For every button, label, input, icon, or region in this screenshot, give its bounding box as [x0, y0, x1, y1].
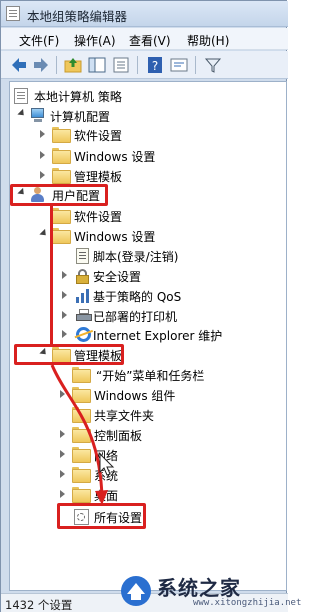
- computer-icon: [30, 108, 46, 123]
- tree-item-label: Windows 设置: [74, 150, 156, 164]
- toolbar-separator: [195, 56, 196, 74]
- annotation-arrow: [50, 364, 108, 505]
- tree-item-label: Windows 设置: [74, 230, 156, 244]
- status-text: 1432 个设置: [5, 598, 73, 612]
- tree-item-uc-scripts[interactable]: 脚本(登录/注销): [58, 246, 278, 266]
- mouse-cursor-icon: [99, 452, 115, 476]
- internet-explorer-icon: [76, 327, 91, 342]
- policy-editor-icon: [6, 6, 20, 21]
- properties-icon[interactable]: [169, 55, 189, 75]
- toolbar: ?: [1, 51, 288, 79]
- folder-icon: [52, 148, 71, 164]
- tree-item-uc-printers[interactable]: 已部署的打印机: [58, 306, 278, 326]
- watermark-brand: 系统之家: [157, 576, 241, 600]
- tree-item-uc-software[interactable]: 软件设置: [38, 206, 278, 226]
- collapse-arrow-icon[interactable]: [62, 291, 67, 299]
- lock-icon: [76, 269, 89, 284]
- show-hide-tree-icon[interactable]: [87, 55, 107, 75]
- watermark-logo-icon: [121, 576, 151, 606]
- collapse-arrow-icon[interactable]: [62, 271, 67, 279]
- toolbar-separator: [137, 56, 138, 74]
- tree-item-cc-admin[interactable]: 管理模板: [38, 166, 278, 186]
- watermark-url: www.xitongzhijia.net: [193, 598, 302, 608]
- tree-item-label: 软件设置: [74, 210, 123, 224]
- tree-item-label: 安全设置: [93, 270, 142, 284]
- tree-item-label: 基于策略的 QoS: [93, 290, 182, 304]
- policy-tree: 本地计算机 策略 计算机配置 软件设置 Windows 设置 管理模板 用户配置…: [9, 81, 287, 591]
- collapse-arrow-icon[interactable]: [40, 151, 45, 159]
- highlight-admin-templates: [14, 344, 124, 365]
- tree-item-label: 软件设置: [74, 129, 123, 143]
- bar-chart-icon: [76, 289, 90, 303]
- menu-help[interactable]: 帮助(H): [187, 32, 229, 49]
- back-arrow-icon[interactable]: [9, 55, 29, 75]
- menu-file[interactable]: 文件(F): [19, 32, 59, 49]
- tree-item-uc-security[interactable]: 安全设置: [58, 266, 278, 286]
- policy-document-icon: [14, 88, 28, 104]
- tree-item-label: 已部署的打印机: [93, 310, 178, 324]
- menu-bar: 文件(F) 操作(A) 查看(V) 帮助(H): [1, 28, 288, 50]
- title-bar: 本地组策略编辑器: [1, 1, 288, 27]
- tree-item-label: 管理模板: [74, 170, 123, 184]
- folder-icon: [52, 228, 71, 244]
- folder-icon: [52, 127, 71, 143]
- script-icon: [76, 248, 89, 264]
- annotation-arrow: [50, 206, 53, 344]
- tree-item-label: 脚本(登录/注销): [93, 250, 179, 264]
- tree-item-computer-config[interactable]: 计算机配置: [16, 106, 276, 126]
- collapse-arrow-icon[interactable]: [62, 311, 67, 319]
- tree-item-label: 计算机配置: [50, 110, 111, 124]
- menu-view[interactable]: 查看(V): [129, 32, 171, 49]
- collapse-arrow-icon[interactable]: [40, 130, 45, 138]
- tree-item-uc-qos[interactable]: 基于策略的 QoS: [58, 286, 278, 306]
- expand-arrow-icon[interactable]: [39, 228, 49, 239]
- toolbar-separator: [56, 56, 57, 74]
- expand-arrow-icon[interactable]: [17, 108, 27, 119]
- folder-icon: [52, 168, 71, 184]
- tree-item-label: “开始”菜单和任务栏: [96, 369, 205, 383]
- menu-action[interactable]: 操作(A): [74, 32, 116, 49]
- collapse-arrow-icon[interactable]: [40, 171, 45, 179]
- watermark: 系统之家 www.xitongzhijia.net: [119, 568, 301, 612]
- svg-text:?: ?: [152, 59, 158, 73]
- folder-up-icon[interactable]: [63, 55, 83, 75]
- collapse-arrow-icon[interactable]: [62, 330, 67, 338]
- printer-icon: [76, 309, 92, 323]
- export-list-icon[interactable]: [111, 55, 131, 75]
- highlight-user-config: [10, 184, 108, 206]
- tree-item-label: Internet Explorer 维护: [93, 329, 223, 343]
- tree-item-label: 本地计算机 策略: [34, 90, 122, 104]
- help-icon[interactable]: ?: [145, 55, 165, 75]
- tree-item-uc-windows[interactable]: Windows 设置: [38, 226, 278, 246]
- tree-item-uc-ie[interactable]: Internet Explorer 维护: [58, 325, 278, 345]
- window-frame: 本地组策略编辑器 文件(F) 操作(A) 查看(V) 帮助(H) ? 本地计算机…: [0, 0, 301, 612]
- tree-item-cc-windows[interactable]: Windows 设置: [38, 146, 278, 166]
- window-title: 本地组策略编辑器: [27, 9, 128, 24]
- forward-arrow-icon[interactable]: [31, 55, 51, 75]
- folder-icon: [52, 208, 71, 224]
- tree-item-cc-software[interactable]: 软件设置: [38, 125, 278, 145]
- filter-icon[interactable]: [203, 55, 223, 75]
- tree-item-local-policy[interactable]: 本地计算机 策略: [14, 86, 274, 106]
